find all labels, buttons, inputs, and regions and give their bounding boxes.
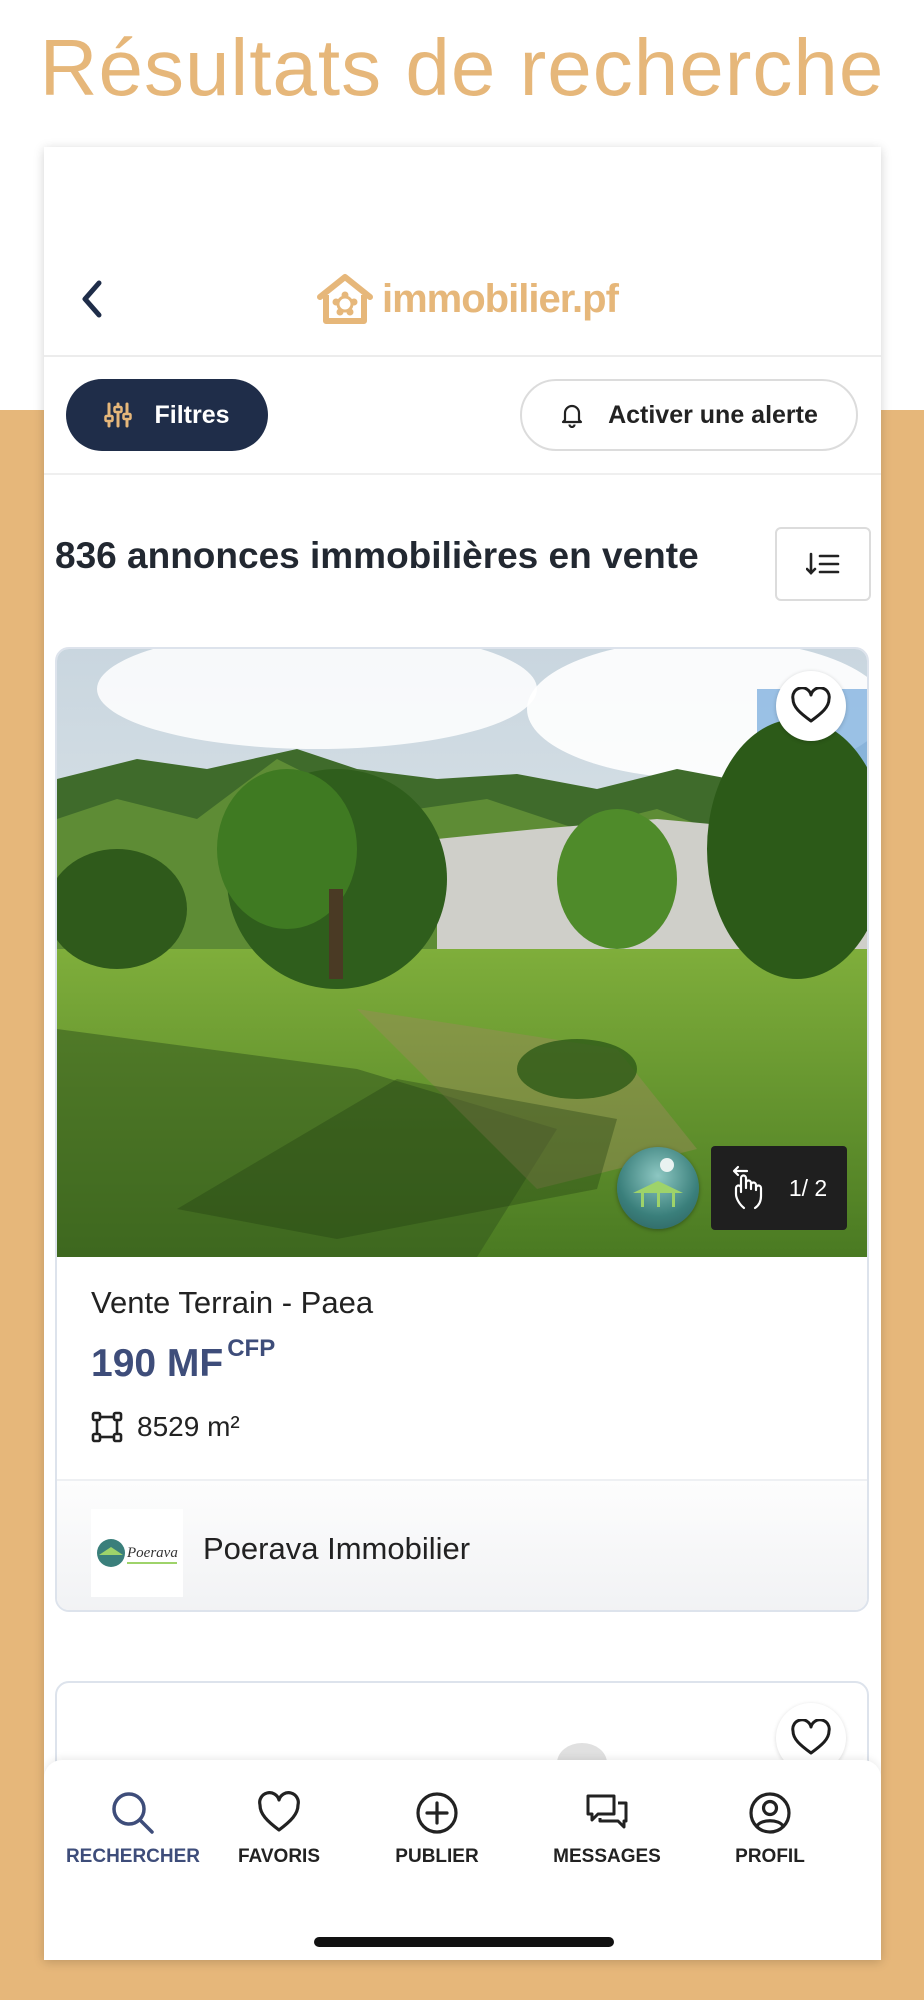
agency-name[interactable]: Poerava Immobilier <box>203 1531 470 1567</box>
heart-icon <box>791 1719 831 1755</box>
activate-alert-button[interactable]: Activer une alerte <box>520 379 858 451</box>
price-value: 190 MF <box>91 1342 224 1385</box>
bell-icon <box>561 404 583 428</box>
sort-button[interactable] <box>775 527 871 601</box>
filter-bar: Filtres Activer une alerte <box>44 357 881 475</box>
listing-price: 190 MF CFP <box>91 1335 275 1386</box>
house-logo-icon <box>317 274 373 324</box>
favorite-button[interactable] <box>776 671 846 741</box>
heart-icon <box>258 1791 300 1832</box>
listing-card[interactable]: 1/ 2 Vente Terrain - Paea 190 MF CFP 852… <box>55 647 869 1612</box>
alert-label: Activer une alerte <box>608 400 818 429</box>
listing-title[interactable]: Vente Terrain - Paea <box>91 1285 373 1321</box>
app-header: immobilier.pf <box>44 147 881 357</box>
nav-messages[interactable]: MESSAGES <box>522 1790 692 1880</box>
agency-badge <box>617 1147 699 1229</box>
search-icon <box>112 1792 154 1834</box>
filters-label: Filtres <box>154 400 230 429</box>
nav-rechercher[interactable]: RECHERCHER <box>48 1790 218 1880</box>
listing-area: 8529 m² <box>91 1411 240 1443</box>
nav-label: PUBLIER <box>395 1846 479 1867</box>
sort-icon <box>806 552 840 575</box>
nav-profil[interactable]: PROFIL <box>685 1790 855 1880</box>
hut-icon <box>633 1158 683 1207</box>
user-circle-icon <box>749 1792 791 1834</box>
nav-label: RECHERCHER <box>65 1846 201 1867</box>
nav-publier[interactable]: PUBLIER <box>352 1790 522 1880</box>
area-value: 8529 m² <box>137 1411 240 1442</box>
chat-icon <box>586 1794 628 1829</box>
chevron-left-icon <box>82 280 102 318</box>
nav-label: PROFIL <box>735 1846 805 1867</box>
bottom-nav: RECHERCHER FAVORIS PUBLIER MESSAGES PROF… <box>44 1760 881 1960</box>
area-icon <box>91 1411 123 1443</box>
logo: immobilier.pf <box>314 269 619 329</box>
nav-label: MESSAGES <box>553 1846 661 1867</box>
price-currency: CFP <box>227 1335 276 1362</box>
heart-icon <box>791 687 831 723</box>
back-button[interactable] <box>70 277 114 321</box>
plus-circle-icon <box>416 1792 458 1834</box>
sliders-icon <box>104 402 133 428</box>
photo-counter-text: 1/ 2 <box>788 1174 828 1201</box>
phone-screen: immobilier.pf Filtres Activer une alerte… <box>44 147 881 1960</box>
photo-counter[interactable]: 1/ 2 <box>711 1146 847 1230</box>
filters-button[interactable]: Filtres <box>66 379 268 451</box>
promo-title: Résultats de recherche <box>39 23 885 112</box>
logo-text: immobilier.pf <box>382 276 619 321</box>
home-indicator[interactable] <box>314 1937 614 1947</box>
nav-label: FAVORIS <box>238 1846 320 1867</box>
agency-logo-image: Poerava <box>97 1539 178 1567</box>
agency-footer[interactable]: Poerava Poerava Immobilier <box>57 1479 867 1610</box>
agency-logo-text: Poerava <box>126 1545 178 1561</box>
nav-favoris[interactable]: FAVORIS <box>194 1790 364 1880</box>
agency-logo: Poerava <box>91 1509 183 1597</box>
listing-photo[interactable]: 1/ 2 <box>57 649 867 1257</box>
results-count-title: 836 annonces immobilières en vente <box>55 535 699 576</box>
swipe-hand-icon <box>732 1165 762 1210</box>
listing-details: Vente Terrain - Paea 190 MF CFP 8529 m² <box>57 1257 867 1479</box>
